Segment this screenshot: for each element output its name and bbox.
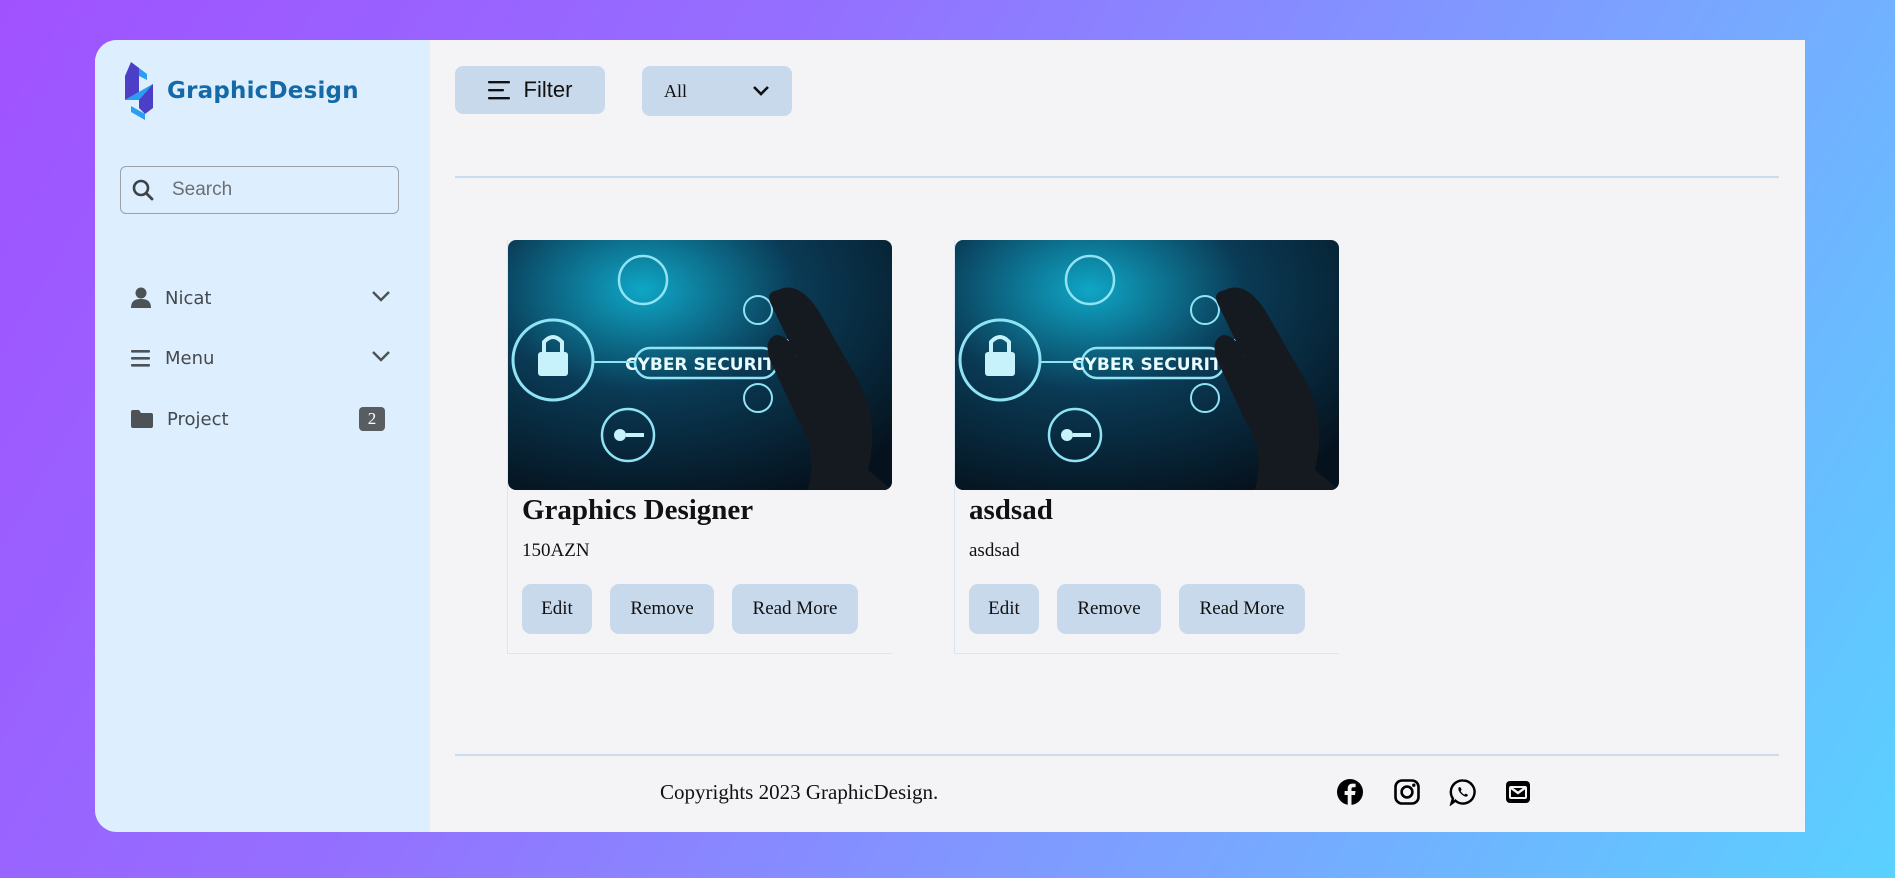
sidebar-item-menu[interactable]: Menu <box>131 341 391 375</box>
card-title: Graphics Designer <box>522 494 754 526</box>
footer-divider <box>455 754 1779 756</box>
chevron-down-icon <box>753 86 769 96</box>
select-value: All <box>664 80 688 101</box>
card-image-caption: CYBER SECURITY <box>625 355 788 375</box>
brand-name: GraphicDesign <box>167 78 359 104</box>
card-image: CYBER SECURITY <box>955 240 1339 490</box>
email-icon[interactable] <box>1504 778 1532 806</box>
whatsapp-icon[interactable] <box>1449 778 1477 806</box>
sidebar-item-label: Menu <box>165 347 215 369</box>
sidebar-item-user[interactable]: Nicat <box>131 281 391 315</box>
search-icon <box>132 179 154 201</box>
chevron-down-icon[interactable] <box>371 289 391 303</box>
card-image-caption: CYBER SECURITY <box>1072 355 1235 375</box>
search-box <box>120 166 399 214</box>
remove-button[interactable]: Remove <box>610 584 714 634</box>
divider <box>455 176 1779 178</box>
sidebar-item-project[interactable]: Project 2 <box>131 402 391 436</box>
count-badge: 2 <box>359 407 385 431</box>
edit-button[interactable]: Edit <box>522 584 592 634</box>
sidebar: GraphicDesign Nicat <box>95 40 430 832</box>
card-price: asdsad <box>969 540 1020 561</box>
logo[interactable]: GraphicDesign <box>121 62 359 120</box>
product-card: CYBER SECURITY Graphics Designer 150AZN … <box>507 240 892 654</box>
logo-icon <box>125 62 153 120</box>
facebook-icon[interactable] <box>1336 778 1364 806</box>
filter-label: Filter <box>523 77 573 102</box>
card-price: 150AZN <box>522 540 590 561</box>
edit-button[interactable]: Edit <box>969 584 1039 634</box>
product-card: CYBER SECURITY asdsad asdsad Edit Remove… <box>954 240 1339 654</box>
card-title: asdsad <box>969 494 1053 526</box>
remove-button[interactable]: Remove <box>1057 584 1161 634</box>
folder-icon <box>131 410 153 428</box>
user-icon <box>131 287 151 308</box>
instagram-icon[interactable] <box>1393 778 1421 806</box>
category-select[interactable]: All <box>642 66 792 116</box>
filter-lines-icon <box>487 81 510 100</box>
main-content: Filter All CYBER SECURITY Graphics Desig… <box>430 40 1805 832</box>
read-more-button[interactable]: Read More <box>1179 584 1305 634</box>
chevron-down-icon[interactable] <box>371 349 391 363</box>
card-image: CYBER SECURITY <box>508 240 892 490</box>
hamburger-icon <box>131 350 150 367</box>
search-input[interactable] <box>170 178 374 202</box>
app-window: GraphicDesign Nicat <box>95 40 1805 832</box>
read-more-button[interactable]: Read More <box>732 584 858 634</box>
sidebar-item-label: Nicat <box>165 287 212 309</box>
filter-button[interactable]: Filter <box>455 66 605 114</box>
copyright-text: Copyrights 2023 GraphicDesign. <box>660 780 939 804</box>
sidebar-item-label: Project <box>167 408 229 430</box>
